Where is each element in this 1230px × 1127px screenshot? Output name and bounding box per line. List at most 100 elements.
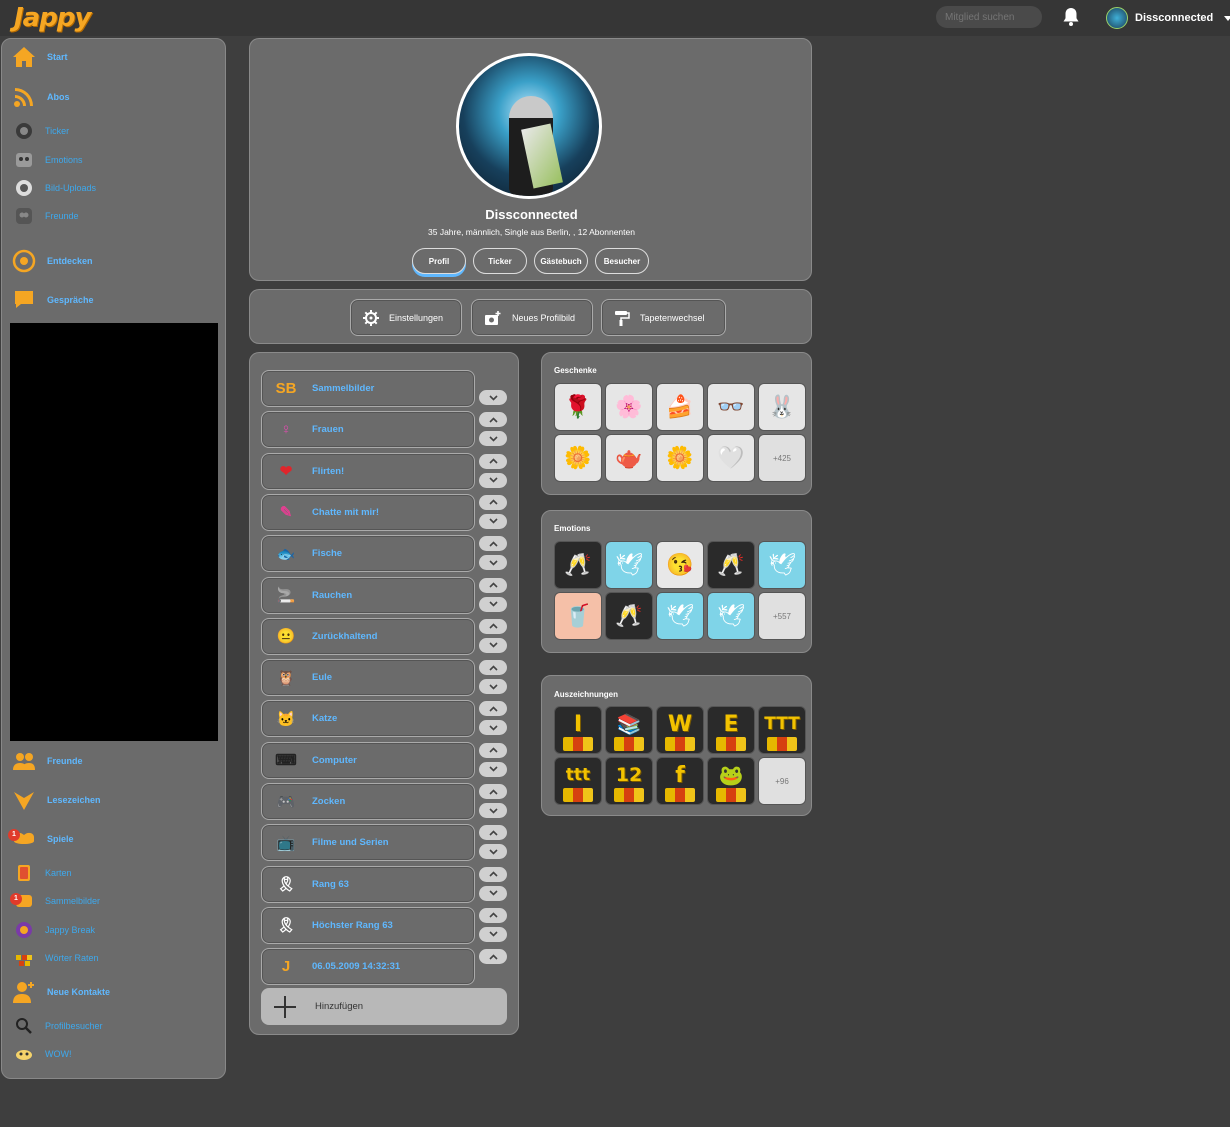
interest-item[interactable]: 🎮 Zocken — [261, 783, 475, 820]
dove-icon[interactable]: 🕊 — [758, 541, 806, 589]
move-down-button[interactable] — [479, 720, 507, 736]
interest-item[interactable]: 🦉 Eule — [261, 659, 475, 697]
sidebar-item-entdecken[interactable]: Entdecken — [12, 249, 93, 273]
dove-icon[interactable]: 🕊 — [605, 541, 653, 589]
sidebar-item-wow[interactable]: WOW! — [12, 1044, 72, 1064]
move-up-button[interactable] — [479, 866, 507, 882]
move-down-button[interactable] — [479, 926, 507, 942]
sidebar-item-neue-kontakte[interactable]: Neue Kontakte — [12, 980, 110, 1004]
move-down-button[interactable] — [479, 431, 507, 447]
move-up-button[interactable] — [479, 618, 507, 634]
move-up-button[interactable] — [479, 742, 507, 758]
more-awards-button[interactable]: +96 — [758, 757, 806, 805]
move-up-button[interactable] — [479, 536, 507, 552]
move-down-button[interactable] — [479, 885, 507, 901]
sidebar-item-ticker[interactable]: Ticker — [12, 121, 69, 141]
new-profile-picture-button[interactable]: Neues Profilbild — [471, 299, 593, 336]
award-ttt-icon[interactable]: TTT — [758, 706, 806, 754]
move-down-button[interactable] — [479, 555, 507, 571]
move-down-button[interactable] — [479, 472, 507, 488]
award-i-icon[interactable]: I — [554, 706, 602, 754]
cake-icon[interactable]: 🍰 — [656, 383, 704, 431]
move-down-button[interactable] — [479, 390, 507, 405]
move-down-button[interactable] — [479, 596, 507, 612]
tab-gaestebuch[interactable]: Gästebuch — [534, 248, 588, 274]
move-down-button[interactable] — [479, 844, 507, 860]
interest-item[interactable]: 🎗 Rang 63 — [261, 865, 475, 903]
sidebar-item-abos[interactable]: Abos — [12, 85, 70, 109]
sunglasses-icon[interactable]: 👓 — [707, 383, 755, 431]
member-search-input[interactable] — [936, 6, 1042, 28]
settings-button[interactable]: Einstellungen — [350, 299, 462, 336]
sidebar-item-start[interactable]: Start — [12, 45, 68, 69]
award-frog-icon[interactable]: 🐸 — [707, 757, 755, 805]
award-w-icon[interactable]: W — [656, 706, 704, 754]
move-up-button[interactable] — [479, 949, 507, 965]
sidebar-item-woerter-raten[interactable]: Wörter Raten — [12, 948, 99, 968]
champagne-icon[interactable]: 🥂 — [605, 592, 653, 640]
award-12-icon[interactable]: 12 — [605, 757, 653, 805]
sidebar-item-jappy-break[interactable]: Jappy Break — [12, 920, 95, 940]
sidebar-item-emotions[interactable]: Emotions — [12, 150, 83, 170]
champagne-icon[interactable]: 🥂 — [707, 541, 755, 589]
kiss-smiley-icon[interactable]: 😘 — [656, 541, 704, 589]
bell-icon[interactable] — [1062, 7, 1080, 27]
tab-ticker[interactable]: Ticker — [473, 248, 527, 274]
sidebar-item-freunde-2[interactable]: Freunde — [12, 749, 83, 773]
profile-avatar[interactable] — [456, 53, 602, 199]
add-interest-button[interactable]: Hinzufügen — [261, 988, 507, 1025]
user-menu[interactable]: Dissconnected — [1106, 7, 1230, 29]
interest-item[interactable]: SB Sammelbilder — [261, 370, 475, 407]
award-ttt-small-icon[interactable]: ttt — [554, 757, 602, 805]
sidebar-item-gespraeche[interactable]: Gespräche — [12, 288, 94, 312]
champagne-icon[interactable]: 🥂 — [554, 541, 602, 589]
move-up-button[interactable] — [479, 825, 507, 841]
move-up-button[interactable] — [479, 453, 507, 469]
move-up-button[interactable] — [479, 701, 507, 717]
cola-icon[interactable]: 🥤 — [554, 592, 602, 640]
interest-item[interactable]: 🚬 Rauchen — [261, 576, 475, 614]
more-gifts-button[interactable]: +425 — [758, 434, 806, 482]
award-e-icon[interactable]: E — [707, 706, 755, 754]
sidebar-item-spiele[interactable]: 1 Spiele — [8, 827, 74, 851]
interest-item[interactable]: 📺 Filme und Serien — [261, 824, 475, 862]
more-emotions-button[interactable]: +557 — [758, 592, 806, 640]
move-up-button[interactable] — [479, 577, 507, 593]
white-rose-icon[interactable]: 🤍 — [707, 434, 755, 482]
move-up-button[interactable] — [479, 494, 507, 510]
move-down-button[interactable] — [479, 637, 507, 653]
dove-icon[interactable]: 🕊 — [656, 592, 704, 640]
interest-item[interactable]: ✎ Chatte mit mir! — [261, 493, 475, 531]
move-up-button[interactable] — [479, 660, 507, 676]
wallpaper-change-button[interactable]: Tapetenwechsel — [601, 299, 726, 336]
sidebar-item-lesezeichen[interactable]: Lesezeichen — [12, 788, 101, 812]
move-down-button[interactable] — [479, 679, 507, 695]
dove-icon[interactable]: 🕊 — [707, 592, 755, 640]
award-f-icon[interactable]: f — [656, 757, 704, 805]
interest-item[interactable]: 🐟 Fische — [261, 535, 475, 573]
move-down-button[interactable] — [479, 513, 507, 529]
interest-item[interactable]: 😐 Zurückhaltend — [261, 617, 475, 655]
sidebar-item-profilbesucher[interactable]: Profilbesucher — [12, 1016, 103, 1036]
interest-item[interactable]: ❤ Flirten! — [261, 452, 475, 490]
interest-item[interactable]: ♀ Frauen — [261, 411, 475, 449]
move-up-button[interactable] — [479, 907, 507, 923]
interest-item[interactable]: J 06.05.2009 14:32:31 — [261, 948, 475, 986]
rose-bouquet-icon[interactable]: 🌹 — [554, 383, 602, 431]
interest-item[interactable]: 🎗 Höchster Rang 63 — [261, 906, 475, 944]
move-down-button[interactable] — [479, 803, 507, 818]
jappy-logo[interactable]: Jappy — [14, 3, 91, 33]
bunny-icon[interactable]: 🐰 — [758, 383, 806, 431]
move-up-button[interactable] — [479, 784, 507, 799]
move-down-button[interactable] — [479, 761, 507, 777]
tab-besucher[interactable]: Besucher — [595, 248, 649, 274]
award-books-icon[interactable]: 📚 — [605, 706, 653, 754]
interest-item[interactable]: 🐱 Katze — [261, 700, 475, 738]
teapot-icon[interactable]: 🫖 — [605, 434, 653, 482]
move-up-button[interactable] — [479, 412, 507, 428]
flower-branch-icon[interactable]: 🌸 — [605, 383, 653, 431]
sidebar-item-bild-uploads[interactable]: Bild-Uploads — [12, 178, 96, 198]
sidebar-item-karten[interactable]: Karten — [12, 863, 72, 883]
sidebar-item-freunde[interactable]: Freunde — [12, 206, 79, 226]
tab-profil[interactable]: Profil — [412, 248, 466, 274]
